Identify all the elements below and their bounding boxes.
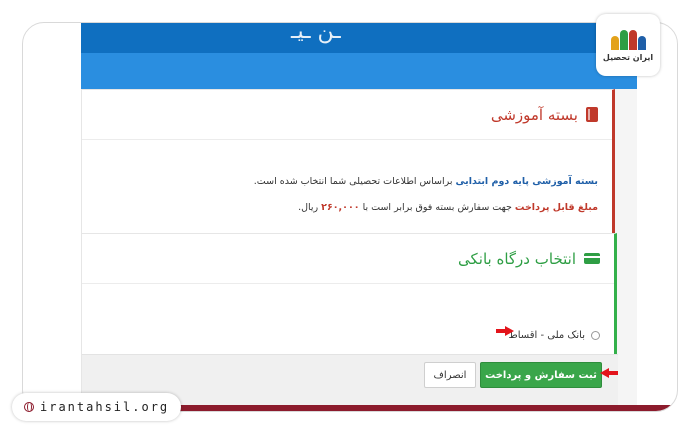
logo-icon bbox=[611, 28, 646, 50]
card-icon bbox=[584, 253, 600, 264]
package-description-text: براساس اطلاعات تحصیلی شما انتخاب شده است… bbox=[253, 176, 456, 187]
payment-amount-text: جهت سفارش بسته فوق برابر است با bbox=[359, 202, 515, 213]
globe-icon bbox=[24, 402, 34, 412]
payment-amount-value: ۲۶۰,۰۰۰ bbox=[321, 202, 360, 213]
book-icon bbox=[586, 107, 598, 122]
site-url-badge: irantahsil.org bbox=[12, 393, 182, 421]
gateway-option-label: بانک ملی - اقساط bbox=[508, 330, 585, 341]
navigation-bar bbox=[81, 53, 637, 89]
payment-amount-line: مبلغ قابل پرداخت جهت سفارش بسته فوق براب… bbox=[298, 202, 598, 213]
cancel-button[interactable]: انصراف bbox=[424, 362, 476, 388]
gateway-panel-header: انتخاب درگاه بانکی bbox=[82, 234, 614, 284]
site-header: ـن ـیـ bbox=[81, 23, 637, 53]
header-logo-script: ـن ـیـ bbox=[291, 23, 341, 44]
gateway-panel: انتخاب درگاه بانکی بانک ملی - اقساط ثبت … bbox=[81, 233, 618, 406]
pointer-arrow-icon bbox=[496, 326, 514, 336]
package-description: بسته آموزشی پایه دوم ابتدایی براساس اطلا… bbox=[254, 176, 598, 187]
logo-text: ایران تحصیل bbox=[602, 53, 654, 62]
submit-order-button[interactable]: ثبت سفارش و پرداخت bbox=[480, 362, 602, 388]
package-panel: بسته آموزشی بسته آموزشی پایه دوم ابتدایی… bbox=[81, 89, 615, 235]
gateway-panel-title: انتخاب درگاه بانکی bbox=[458, 249, 576, 268]
package-panel-header: بسته آموزشی bbox=[82, 90, 612, 140]
pointer-arrow-icon bbox=[600, 368, 618, 378]
site-url: irantahsil.org bbox=[40, 400, 170, 414]
site-logo: ایران تحصیل bbox=[596, 14, 660, 76]
package-panel-title: بسته آموزشی bbox=[490, 105, 578, 124]
package-name: بسته آموزشی پایه دوم ابتدایی bbox=[455, 176, 598, 187]
gateway-option-melli[interactable]: بانک ملی - اقساط bbox=[509, 330, 600, 341]
gateway-radio[interactable] bbox=[591, 331, 600, 340]
browser-viewport: ـن ـیـ بسته آموزشی بسته آموزشی پایه دوم … bbox=[81, 23, 637, 411]
payment-amount-label: مبلغ قابل پرداخت bbox=[514, 202, 598, 213]
payment-amount-unit: ریال. bbox=[298, 202, 322, 213]
screenshot-frame: ـن ـیـ بسته آموزشی بسته آموزشی پایه دوم … bbox=[22, 22, 678, 412]
